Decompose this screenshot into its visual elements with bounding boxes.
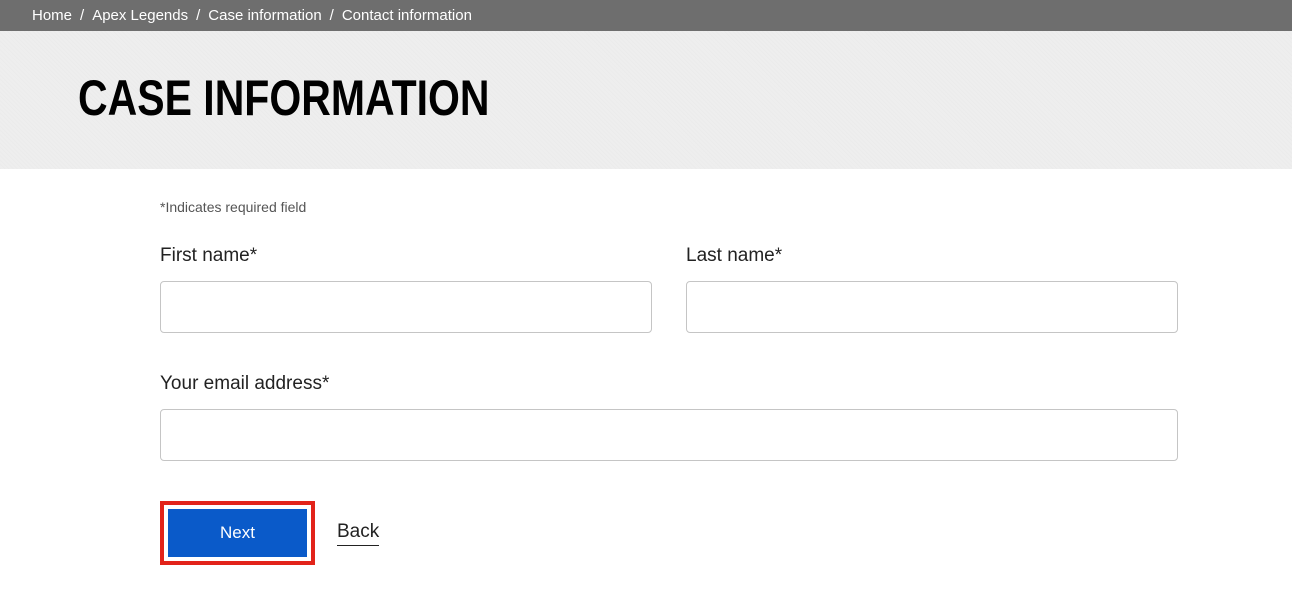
email-input[interactable] xyxy=(160,409,1178,461)
page-title: CASE INFORMATION xyxy=(78,69,1073,127)
name-row: First name* Last name* xyxy=(160,245,1200,333)
last-name-label: Last name* xyxy=(686,245,1178,267)
breadcrumb-item-home[interactable]: Home xyxy=(32,7,72,24)
required-field-note: *Indicates required field xyxy=(160,199,1200,215)
first-name-input[interactable] xyxy=(160,281,652,333)
email-label: Your email address* xyxy=(160,373,1178,395)
breadcrumb-item-contact-info[interactable]: Contact information xyxy=(342,7,472,24)
next-button[interactable]: Next xyxy=(168,509,307,557)
next-button-highlight: Next xyxy=(160,501,315,565)
header-band: CASE INFORMATION xyxy=(0,31,1292,169)
last-name-field: Last name* xyxy=(686,245,1178,333)
button-row: Next Back xyxy=(160,501,1200,565)
breadcrumb-separator: / xyxy=(196,7,200,24)
first-name-label: First name* xyxy=(160,245,652,267)
email-field: Your email address* xyxy=(160,373,1178,461)
breadcrumb-item-game[interactable]: Apex Legends xyxy=(92,7,188,24)
breadcrumb: Home / Apex Legends / Case information /… xyxy=(0,0,1292,31)
form-container: *Indicates required field First name* La… xyxy=(0,169,1200,605)
last-name-input[interactable] xyxy=(686,281,1178,333)
breadcrumb-separator: / xyxy=(330,7,334,24)
back-link[interactable]: Back xyxy=(337,521,379,546)
first-name-field: First name* xyxy=(160,245,652,333)
email-row: Your email address* xyxy=(160,373,1200,461)
breadcrumb-separator: / xyxy=(80,7,84,24)
breadcrumb-item-case-info[interactable]: Case information xyxy=(208,7,321,24)
